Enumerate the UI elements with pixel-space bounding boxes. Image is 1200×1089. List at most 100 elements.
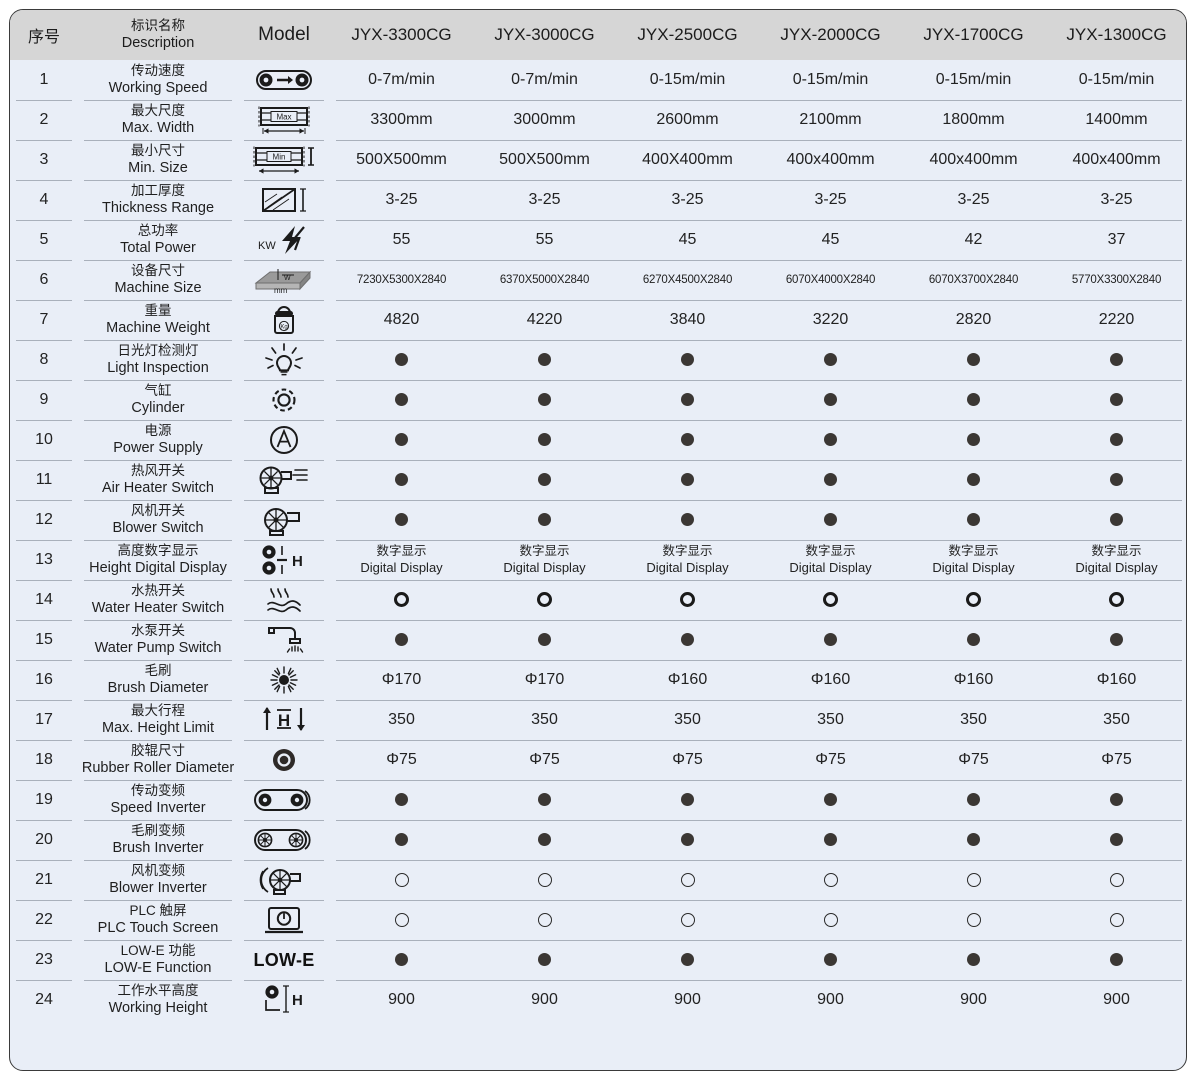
- svg-text:W: W: [284, 275, 291, 282]
- spec-value: [473, 620, 616, 660]
- row-description-en: Air Heater Switch: [101, 480, 214, 497]
- height-digital-icon: H: [238, 540, 330, 580]
- row-number: 12: [10, 500, 78, 540]
- svg-text:KW: KW: [258, 240, 276, 252]
- row-description-en: Speed Inverter: [110, 800, 206, 817]
- spec-value: [1045, 900, 1186, 940]
- row-icon-cell: [238, 580, 330, 620]
- marker-bold-ring: [966, 592, 981, 608]
- row-description: 风机变频 Blower Inverter: [78, 860, 238, 900]
- row-number: 2: [10, 100, 78, 140]
- spec-value: 0-7m/min: [368, 71, 435, 88]
- table-row: 5 总功率 Total Power KW 55 55 45 45 42 37: [10, 220, 1186, 260]
- spec-value: [473, 820, 616, 860]
- table-row: 24 工作水平高度 Working Height H 900 900 900 900 9…: [10, 980, 1186, 1020]
- marker-thin-ring: [1109, 872, 1124, 887]
- marker-filled-dot: [538, 833, 551, 847]
- marker-filled-dot: [1110, 953, 1123, 967]
- water-pump-icon: [238, 620, 330, 660]
- marker-filled-dot: [1110, 633, 1123, 647]
- spec-value: 0-15m/min: [649, 71, 726, 88]
- thickness-icon: [238, 180, 330, 220]
- row-description: 高度数字显示 Height Digital Display: [78, 540, 238, 580]
- header-model-jyx-2500cg: JYX-2500CG: [637, 25, 738, 44]
- spec-value: [902, 780, 1045, 820]
- row-number: 14: [10, 580, 78, 620]
- header-model-jyx-1700cg: JYX-1700CG: [923, 25, 1024, 44]
- spec-value: [759, 820, 902, 860]
- spec-value: [616, 940, 759, 980]
- table-row: 16 毛刷 Brush Diameter Φ170 Φ170 Φ160 Φ160 Φ16…: [10, 660, 1186, 700]
- row-icon-cell: [238, 420, 330, 460]
- spec-value: Φ160: [1045, 660, 1186, 700]
- row-number: 24: [10, 980, 78, 1020]
- spec-value: 3-25: [473, 180, 616, 220]
- spec-value: 900: [330, 980, 473, 1020]
- table-row: 7 重量 Machine Weight Kg 4820 4220 3840 3220 2…: [10, 300, 1186, 340]
- row-description-cn: 最小尺寸: [131, 142, 185, 158]
- table-row: 18 胶辊尺寸 Rubber Roller Diameter Φ75 Φ75 Φ75…: [10, 740, 1186, 780]
- spec-value: [902, 860, 1045, 900]
- gear-cylinder-icon: [238, 380, 330, 420]
- rubber-roller-icon: [238, 740, 330, 780]
- spec-value: 2220: [1045, 300, 1186, 340]
- spec-value: [330, 820, 473, 860]
- table-row: 4 加工厚度 Thickness Range 3-25 3-25 3-25 3-25 3…: [10, 180, 1186, 220]
- spec-value: 数字显示 Digital Display: [759, 540, 902, 580]
- spec-value: [473, 500, 616, 540]
- spec-value: Φ170: [473, 660, 616, 700]
- row-description-en: PLC Touch Screen: [97, 920, 219, 937]
- row-description-en: Brush Inverter: [112, 840, 204, 857]
- row-icon-cell: [238, 860, 330, 900]
- row-description-cn: 传动速度: [131, 62, 185, 78]
- marker-filled-dot: [681, 633, 694, 647]
- marker-filled-dot: [395, 513, 408, 527]
- spec-value: [759, 500, 902, 540]
- row-icon-cell: H: [238, 980, 330, 1020]
- spec-value: [330, 620, 473, 660]
- marker-filled-dot: [967, 433, 980, 447]
- table-row: 2 最大尺度 Max. Width Max 3300mm 3000mm 2600mm…: [10, 100, 1186, 140]
- spec-value: [759, 340, 902, 380]
- row-icon-cell: [238, 900, 330, 940]
- row-description: 电源 Power Supply: [78, 420, 238, 460]
- spec-value: [759, 460, 902, 500]
- row-description: 毛刷 Brush Diameter: [78, 660, 238, 700]
- marker-filled-dot: [967, 633, 980, 647]
- spec-value: 5770X3300X2840: [1045, 260, 1186, 300]
- header-model-jyx-1300cg: JYX-1300CG: [1066, 25, 1167, 44]
- row-description-cn: 加工厚度: [131, 182, 185, 198]
- spec-value: 400x400mm: [1045, 140, 1186, 180]
- row-description-en: Total Power: [120, 240, 196, 257]
- spec-value: [902, 580, 1045, 620]
- svg-text:Kg: Kg: [280, 325, 287, 331]
- row-description-en: Max. Width: [121, 120, 195, 137]
- row-description-en: Height Digital Display: [89, 560, 227, 577]
- row-number: 1: [39, 71, 49, 88]
- row-description: 热风开关 Air Heater Switch: [78, 460, 238, 500]
- row-description-en: Water Pump Switch: [94, 640, 222, 657]
- spec-value: [902, 620, 1045, 660]
- row-number: 20: [10, 820, 78, 860]
- svg-text:H: H: [278, 711, 290, 730]
- brush-icon: [238, 660, 330, 700]
- spec-value: [473, 460, 616, 500]
- spec-value: [616, 860, 759, 900]
- spec-value: Φ75: [616, 740, 759, 780]
- spec-value-cn: 数字显示: [376, 544, 427, 559]
- header-row: 序号 标识名称 Description Model JYX-3300CG JYX…: [10, 10, 1186, 60]
- row-description: 风机开关 Blower Switch: [78, 500, 238, 540]
- marker-filled-dot: [395, 953, 408, 967]
- spec-value: [330, 500, 473, 540]
- spec-value: 3-25: [1045, 180, 1186, 220]
- row-description-cn: 传动变频: [131, 782, 185, 798]
- spec-value: [759, 900, 902, 940]
- spec-value: 6070X3700X2840: [902, 260, 1045, 300]
- marker-filled-dot: [1110, 473, 1123, 487]
- spec-value: [473, 340, 616, 380]
- svg-text:Min: Min: [273, 152, 286, 161]
- spec-value: [759, 860, 902, 900]
- row-icon-cell: [238, 820, 330, 860]
- marker-thin-ring: [680, 872, 695, 887]
- table-row: 11 热风开关 Air Heater Switch: [10, 460, 1186, 500]
